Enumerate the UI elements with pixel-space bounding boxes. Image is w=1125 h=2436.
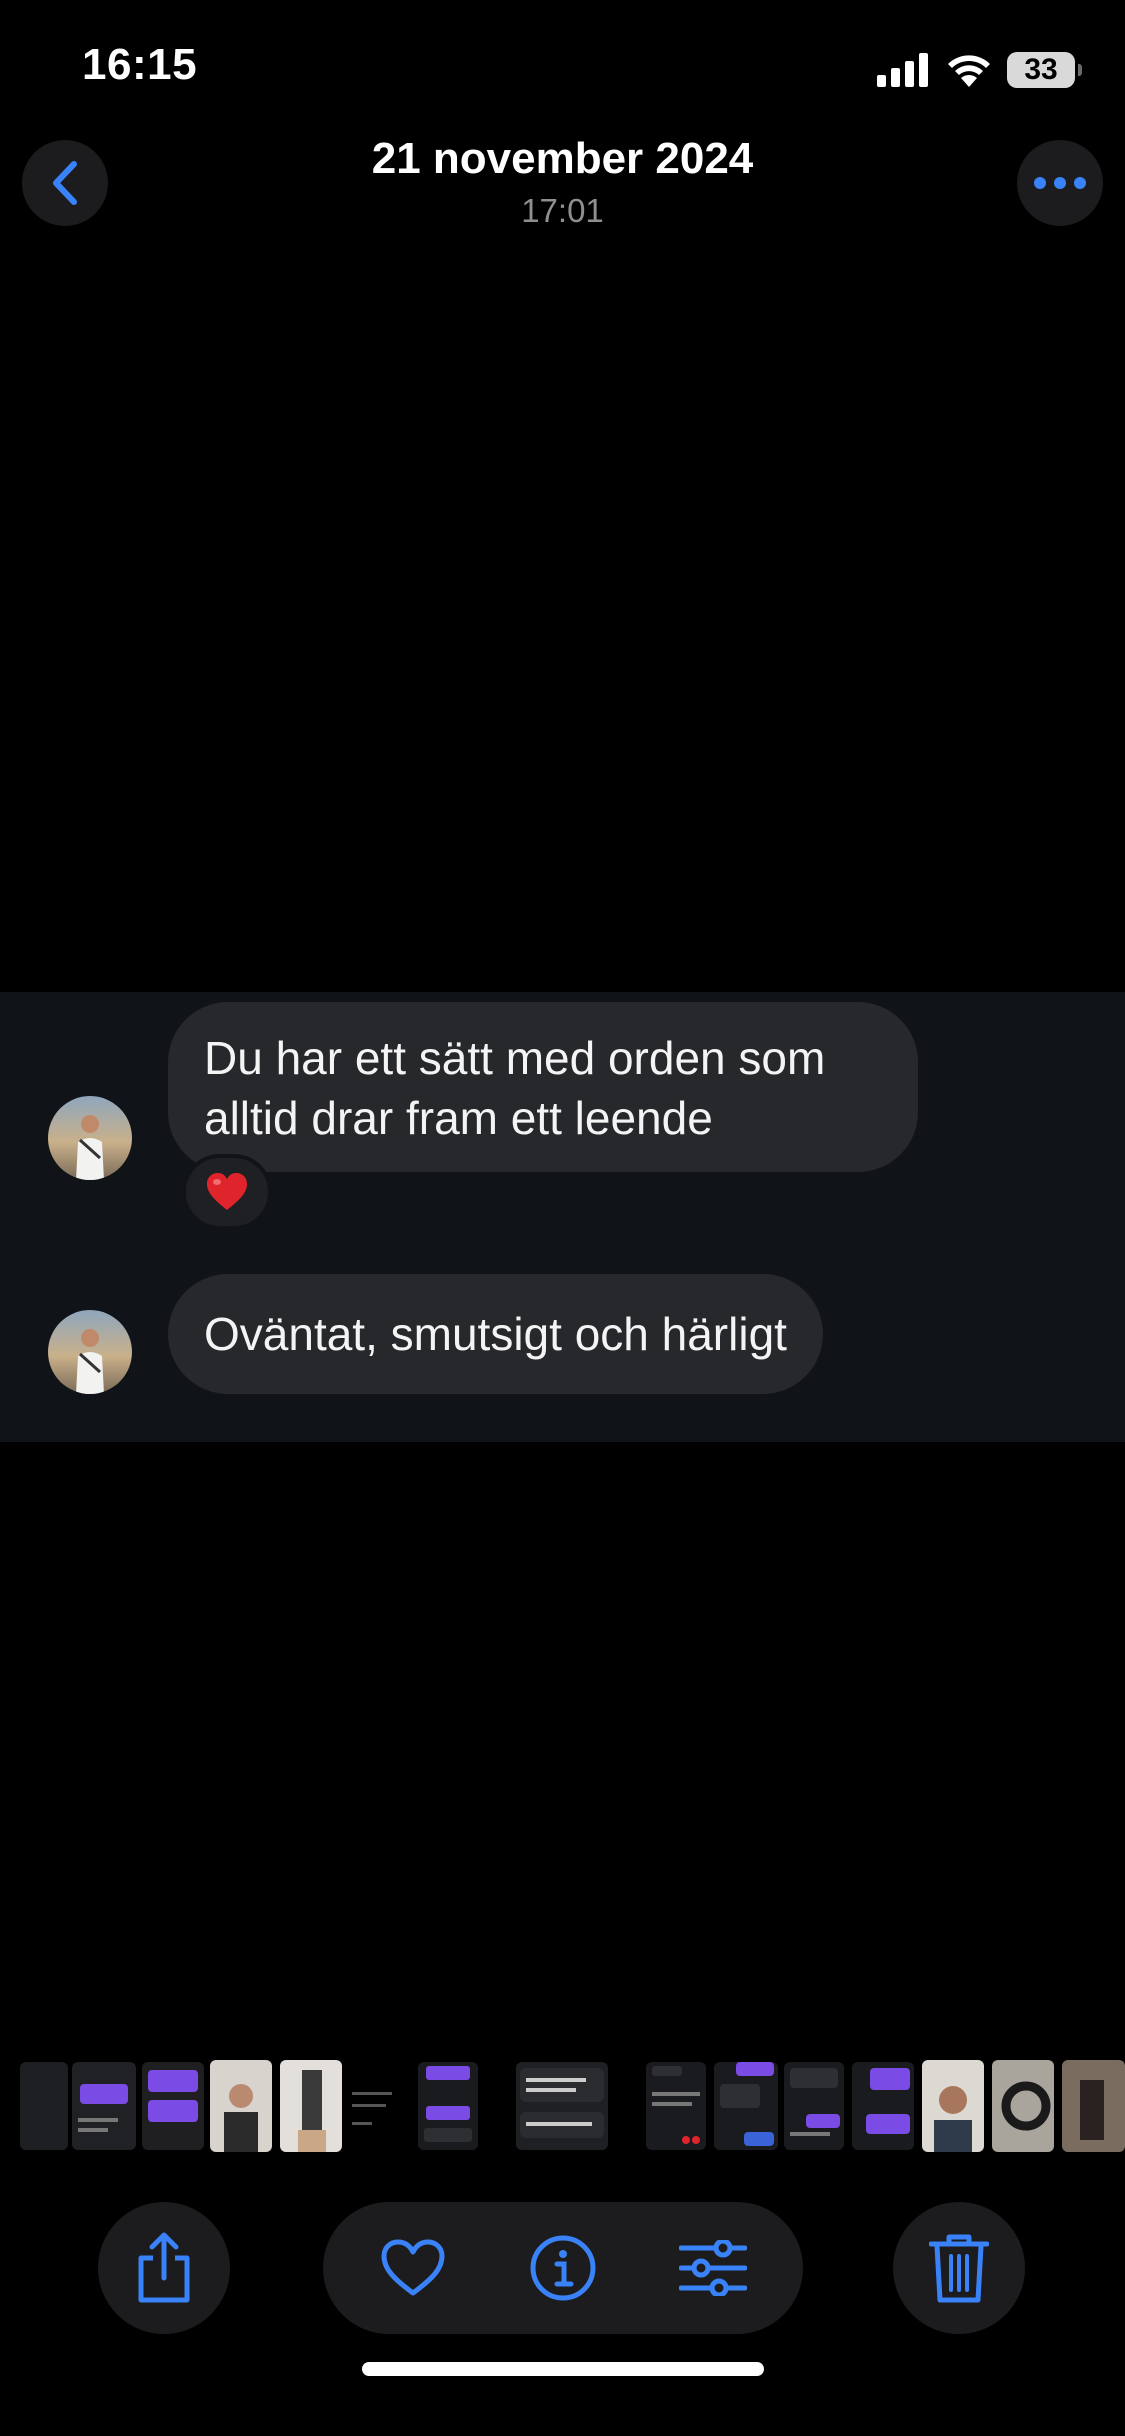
trash-icon — [929, 2234, 989, 2303]
more-options-button[interactable] — [1017, 140, 1103, 226]
wifi-icon — [948, 55, 990, 87]
battery-percent: 33 — [1024, 53, 1058, 86]
thumbnail[interactable] — [852, 2062, 914, 2150]
heart-icon — [381, 2239, 445, 2296]
photo-content[interactable]: Du har ett sätt med orden som alltid dra… — [0, 992, 1125, 1442]
status-icons: 33 — [877, 48, 1082, 92]
thumbnail[interactable] — [516, 2062, 608, 2150]
photo-time: 17:01 — [521, 192, 604, 229]
sliders-icon — [679, 2240, 747, 2296]
share-icon — [138, 2232, 190, 2303]
thumbnail[interactable] — [922, 2060, 984, 2152]
avatar — [48, 1096, 132, 1180]
home-indicator[interactable] — [362, 2362, 764, 2376]
info-button[interactable] — [517, 2222, 609, 2314]
thumbnail[interactable] — [418, 2062, 478, 2150]
message-bubble: Oväntat, smutsigt och härligt — [168, 1274, 823, 1394]
thumbnail[interactable] — [142, 2062, 204, 2150]
heart-icon — [207, 1173, 247, 1210]
thumbnail[interactable] — [348, 2062, 410, 2150]
thumbnail[interactable] — [992, 2060, 1054, 2152]
thumbnail[interactable] — [646, 2062, 706, 2150]
thumbnail[interactable] — [784, 2062, 844, 2150]
avatar — [48, 1310, 132, 1394]
info-icon — [530, 2235, 596, 2301]
thumbnail[interactable] — [72, 2062, 136, 2150]
thumbnail[interactable] — [210, 2060, 272, 2152]
cellular-signal-icon — [877, 53, 928, 87]
photo-viewer-screen: 16:15 33 21 november 2024 17:01 Du har e… — [0, 0, 1125, 2436]
thumbnail[interactable] — [280, 2060, 342, 2152]
thumbnail[interactable] — [1062, 2060, 1125, 2152]
adjust-button[interactable] — [667, 2222, 759, 2314]
favorite-button[interactable] — [367, 2222, 459, 2314]
thumbnail[interactable] — [714, 2062, 778, 2150]
action-group — [323, 2202, 803, 2334]
thumbnail[interactable] — [20, 2062, 68, 2150]
thumbnail-strip[interactable] — [0, 2060, 1125, 2152]
heart-reaction — [182, 1154, 272, 1230]
message-bubble: Du har ett sätt med orden som alltid dra… — [168, 1002, 918, 1172]
battery-indicator: 33 — [1007, 52, 1082, 88]
photo-date: 21 november 2024 — [371, 134, 754, 183]
status-time: 16:15 — [82, 40, 198, 89]
share-button[interactable] — [98, 2202, 230, 2334]
delete-button[interactable] — [893, 2202, 1025, 2334]
ellipsis-icon — [1034, 177, 1086, 189]
